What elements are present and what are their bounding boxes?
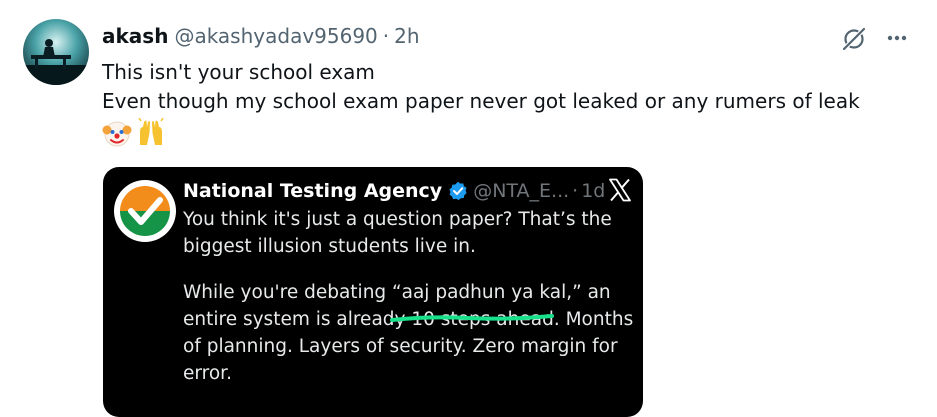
tweet-timestamp[interactable]: 2h xyxy=(394,24,419,48)
tweet-text-line: This isn't your school exam xyxy=(102,60,375,84)
quoted-separator: · xyxy=(572,180,579,202)
quoted-text-line: biggest illusion students live in. xyxy=(183,236,476,257)
clown-face-icon xyxy=(102,121,132,147)
quoted-text-line: error. xyxy=(183,363,232,384)
green-highlight-underline xyxy=(390,314,554,322)
header-separator: · xyxy=(382,24,390,48)
quoted-text-line: You think it's just a question paper? Th… xyxy=(183,209,612,230)
quoted-text-line: While you're debating “aaj padhun ya kal… xyxy=(183,282,611,303)
nta-logo xyxy=(112,178,178,244)
quoted-text-line: of planning. Layers of security. Zero ma… xyxy=(183,336,618,357)
tweet-text: This isn't your school exam Even though … xyxy=(102,58,912,116)
verified-badge-icon xyxy=(449,181,467,200)
x-logo-icon xyxy=(608,178,632,202)
raising-hands-icon xyxy=(138,118,164,145)
author-name[interactable]: akash xyxy=(102,24,168,48)
quoted-author-handle: @NTA_E... xyxy=(473,180,570,202)
quoted-text: You think it's just a question paper? Th… xyxy=(183,206,633,387)
author-avatar[interactable] xyxy=(23,19,89,85)
author-handle[interactable]: @akashyadav95690 xyxy=(174,24,377,48)
quoted-author-name: National Testing Agency xyxy=(183,180,443,202)
tweet-header: akash @akashyadav95690 · 2h xyxy=(102,22,420,50)
emoji-row xyxy=(102,118,166,150)
grok-icon[interactable] xyxy=(839,24,869,54)
tweet-media-image[interactable]: National Testing Agency @NTA_E... · 1d Y… xyxy=(103,167,643,417)
tweet-text-line: Even though my school exam paper never g… xyxy=(102,89,860,113)
more-options-icon[interactable] xyxy=(882,23,912,53)
quoted-header: National Testing Agency @NTA_E... · 1d xyxy=(183,177,605,205)
quoted-timestamp: 1d xyxy=(581,180,606,202)
